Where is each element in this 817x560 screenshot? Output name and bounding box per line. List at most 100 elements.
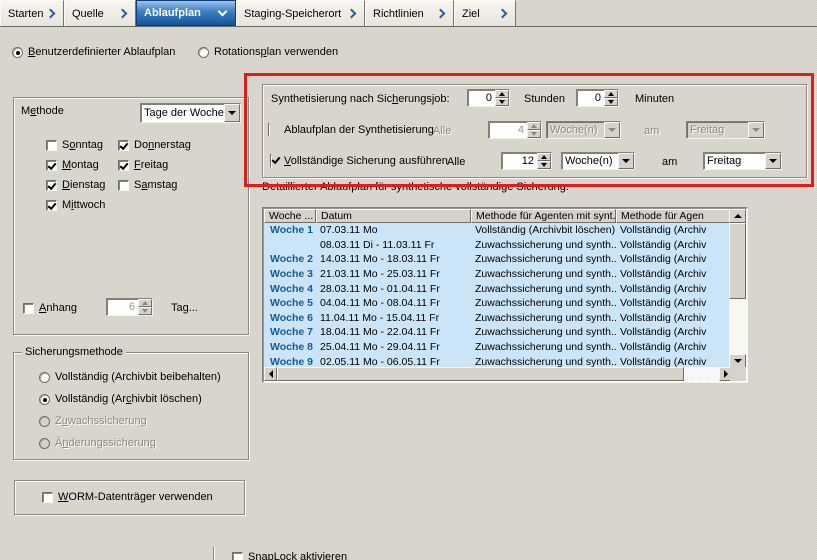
- cell-method-synth: Zuwachssicherung und synth...: [471, 341, 616, 353]
- anhang-value: 6: [107, 299, 138, 315]
- tab-ablaufplan[interactable]: Ablaufplan: [136, 0, 236, 26]
- checkbox-freitag[interactable]: Freitag: [118, 159, 168, 171]
- am-label: am: [644, 125, 659, 137]
- scroll-down-icon[interactable]: [729, 354, 746, 368]
- hours-value: 0: [468, 90, 495, 106]
- table-row[interactable]: Woche 6 11.04.11 Mo - 15.04.11 Fr Zuwach…: [264, 311, 731, 326]
- header-methode-synth[interactable]: Methode für Agenten mit synt...: [471, 209, 616, 223]
- tab-ziel[interactable]: Ziel: [454, 0, 516, 26]
- wizard-tabbar: Starten Quelle Ablaufplan Staging-Speich…: [0, 0, 817, 27]
- radio-vollstaendig-loeschen[interactable]: Vollständig (Archivbit löschen): [39, 393, 202, 405]
- cell-method-agent: Vollständig (Archiv: [616, 239, 731, 251]
- methode-dropdown[interactable]: Tage der Woche: [140, 103, 241, 123]
- vertical-scrollbar[interactable]: [729, 209, 746, 368]
- sicherungsmethode-group: Sicherungsmethode Vollständig (Archivbit…: [13, 352, 249, 460]
- header-woche[interactable]: Woche ...: [264, 209, 316, 223]
- radio-label: Zuwachssicherung: [55, 415, 147, 427]
- tab-richtlinien[interactable]: Richtlinien: [365, 0, 454, 26]
- cell-week: Woche 6: [264, 312, 316, 324]
- checkbox-mittwoch[interactable]: Mittwoch: [46, 199, 105, 211]
- table-row[interactable]: Woche 4 28.03.11 Mo - 01.04.11 Fr Zuwach…: [264, 281, 731, 296]
- radio-vollstaendig-beibehalten[interactable]: Vollständig (Archivbit beibehalten): [39, 371, 221, 383]
- day-label: Donnerstag: [134, 139, 191, 151]
- chevron-down-icon: [748, 122, 764, 138]
- cell-week: Woche 5: [264, 297, 316, 309]
- header-methode-agent[interactable]: Methode für Agen: [616, 209, 731, 223]
- radio-label: Vollständig (Archivbit beibehalten): [55, 371, 221, 383]
- table-row[interactable]: Woche 7 18.04.11 Mo - 22.04.11 Fr Zuwach…: [264, 325, 731, 340]
- checkbox-anhang[interactable]: Anhang: [23, 302, 77, 314]
- checkbox-donnerstag[interactable]: Donnerstag: [118, 139, 191, 151]
- spin-down-icon[interactable]: [604, 98, 618, 106]
- table-row[interactable]: Woche 1 07.03.11 Mo Vollständig (Archivb…: [264, 223, 731, 238]
- checkbox-montag[interactable]: Montag: [46, 159, 99, 171]
- spin-down-icon[interactable]: [495, 98, 509, 106]
- spin-up-icon[interactable]: [604, 90, 618, 98]
- cell-method-agent: Vollständig (Archiv: [616, 283, 731, 295]
- minutes-label: Minuten: [635, 93, 674, 105]
- chevron-down-icon[interactable]: [618, 153, 634, 169]
- day-label: Sonntag: [62, 139, 103, 151]
- scroll-up-icon[interactable]: [729, 209, 746, 223]
- table-row[interactable]: Woche 8 25.04.11 Mo - 29.04.11 Fr Zuwach…: [264, 340, 731, 355]
- worm-group: WORM-Datenträger verwenden: [14, 480, 245, 515]
- spin-down-icon[interactable]: [537, 161, 551, 169]
- checkbox-icon: [23, 303, 34, 314]
- spin-up-icon[interactable]: [495, 90, 509, 98]
- methode-label: Methode: [21, 105, 64, 117]
- schedule-dialog: Starten Quelle Ablaufplan Staging-Speich…: [0, 0, 817, 560]
- tab-label: Staging-Speicherort: [244, 8, 341, 20]
- chevron-right-icon: [118, 9, 128, 19]
- hours-stepper[interactable]: 0: [467, 89, 510, 107]
- cell-method-synth: Zuwachssicherung und synth...: [471, 283, 616, 295]
- checkbox-snaplock[interactable]: SnapLock aktivieren: [232, 551, 347, 560]
- checkbox-dienstag[interactable]: Dienstag: [46, 179, 105, 191]
- full-backup-day-dropdown[interactable]: Freitag: [703, 152, 782, 170]
- chevron-down-icon[interactable]: [224, 104, 240, 122]
- cell-week: Woche 8: [264, 341, 316, 353]
- table-row[interactable]: Woche 5 04.04.11 Mo - 08.04.11 Fr Zuwach…: [264, 296, 731, 311]
- full-backup-checkbox[interactable]: [270, 154, 272, 168]
- alle-label: Alle: [433, 125, 451, 137]
- minutes-stepper[interactable]: 0: [576, 89, 619, 107]
- table-row[interactable]: 08.03.11 Di - 11.03.11 Fr Zuwachssicheru…: [264, 238, 731, 253]
- synth-job-label: Synthetisierung nach Sicherungsjob:: [271, 93, 450, 105]
- cell-week: Woche 3: [264, 268, 316, 280]
- cell-date: 28.03.11 Mo - 01.04.11 Fr: [316, 283, 471, 295]
- horizontal-scrollbar-thumb[interactable]: [277, 367, 684, 381]
- cell-method-agent: Vollständig (Archiv: [616, 341, 731, 353]
- radio-label: Rotationsplan verwenden: [214, 46, 338, 58]
- chevron-down-icon[interactable]: [765, 153, 781, 169]
- radio-benutzerdefinierter-ablaufplan[interactable]: Benutzerdefinierter Ablaufplan: [12, 46, 175, 58]
- checkbox-icon: [42, 492, 53, 503]
- table-row[interactable]: Woche 3 21.03.11 Mo - 25.03.11 Fr Zuwach…: [264, 267, 731, 282]
- spin-up-icon[interactable]: [537, 153, 551, 161]
- cell-week: Woche 4: [264, 283, 316, 295]
- horizontal-scrollbar[interactable]: [264, 367, 732, 381]
- checkbox-samstag[interactable]: Samstag: [118, 179, 177, 191]
- snaplock-label: SnapLock aktivieren: [248, 551, 347, 560]
- spin-down-icon: [138, 307, 152, 315]
- checkbox-sonntag[interactable]: Sonntag: [46, 139, 103, 151]
- scroll-left-icon[interactable]: [264, 367, 277, 381]
- checkbox-worm[interactable]: WORM-Datenträger verwenden: [42, 491, 213, 503]
- checkbox-icon: [46, 180, 57, 191]
- dropdown-value: Woche(n): [547, 122, 604, 138]
- radio-rotationsplan-verwenden[interactable]: Rotationsplan verwenden: [198, 46, 338, 58]
- tab-quelle[interactable]: Quelle: [64, 0, 136, 26]
- checkbox-icon: [118, 140, 129, 151]
- alle-label: Alle: [447, 156, 465, 168]
- synthesis-schedule-checkbox[interactable]: [268, 123, 270, 137]
- tab-staging-speicherort[interactable]: Staging-Speicherort: [236, 0, 365, 26]
- header-datum[interactable]: Datum: [316, 209, 471, 223]
- table-row[interactable]: Woche 2 14.03.11 Mo - 18.03.11 Fr Zuwach…: [264, 252, 731, 267]
- full-backup-interval-stepper[interactable]: 12: [501, 152, 552, 170]
- vertical-scrollbar-thumb[interactable]: [729, 223, 746, 299]
- full-backup-label[interactable]: Vollständige Sicherung ausführen: [284, 155, 448, 167]
- synthesis-schedule-label[interactable]: Ablaufplan der Synthetisierung: [284, 124, 434, 136]
- cell-date: 02.05.11 Mo - 06.05.11 Fr: [316, 356, 471, 368]
- radio-icon: [39, 372, 50, 383]
- full-backup-unit-dropdown[interactable]: Woche(n): [561, 152, 635, 170]
- tab-starten[interactable]: Starten: [0, 0, 64, 26]
- cell-date: 14.03.11 Mo - 18.03.11 Fr: [316, 253, 471, 265]
